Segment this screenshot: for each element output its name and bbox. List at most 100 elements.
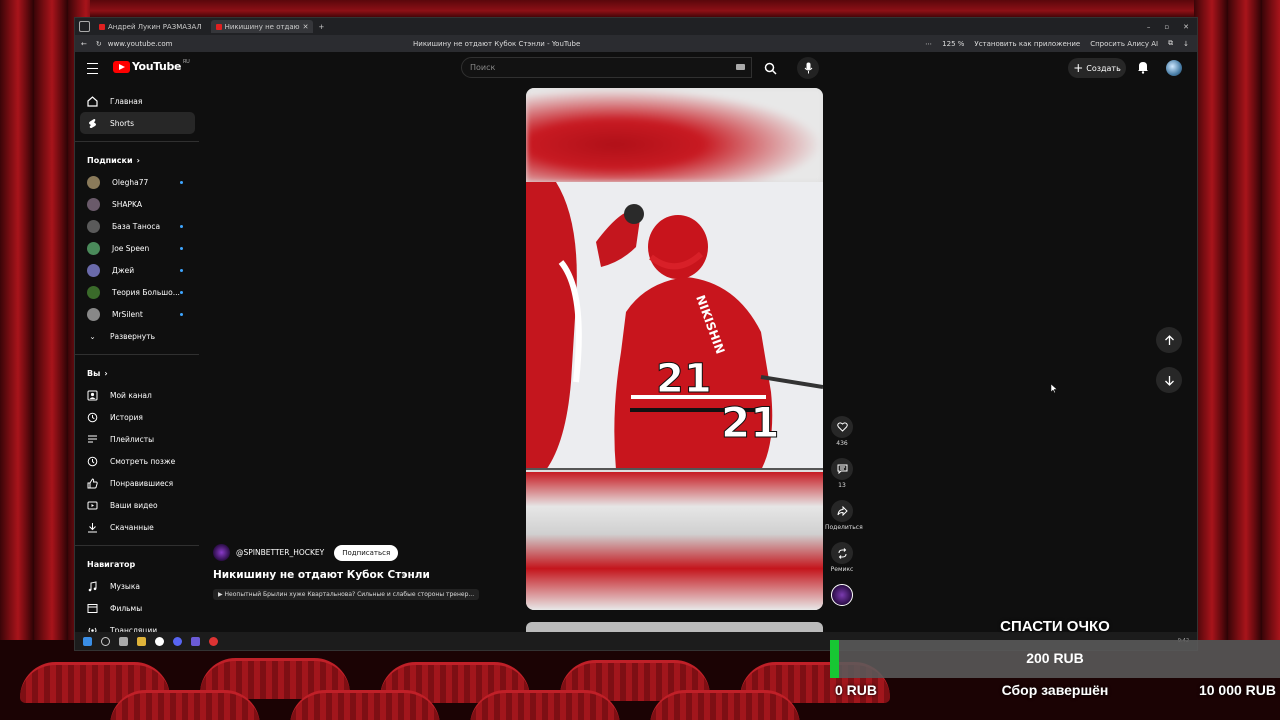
youtube-play-icon: [113, 60, 130, 73]
file-explorer-icon[interactable]: [137, 636, 146, 646]
search-icon[interactable]: [101, 636, 110, 646]
sidebar-item-home[interactable]: Главная: [75, 90, 199, 112]
sidebar-item-liked[interactable]: Понравившиеся: [75, 472, 199, 494]
sidebar-item-subscription[interactable]: Olegha77: [75, 171, 199, 193]
channel-name[interactable]: @SPINBETTER_HOCKEY: [236, 548, 324, 557]
yandex-browser-icon[interactable]: [155, 636, 164, 646]
tab-title: Никишину не отдаю: [224, 22, 300, 31]
donation-amount: 200 RUB: [1026, 650, 1084, 666]
short-video-player[interactable]: 21 21 NIKISHIN: [526, 88, 823, 610]
sidebar-item-history[interactable]: История: [75, 406, 199, 428]
subscribe-button[interactable]: Подписаться: [334, 544, 399, 561]
donation-goal: 10 000 RUB: [1198, 682, 1276, 698]
sidebar-item-music[interactable]: Музыка: [75, 575, 199, 597]
obs-icon[interactable]: [209, 636, 218, 646]
seat: [650, 690, 800, 720]
next-short-button[interactable]: [1156, 367, 1182, 393]
remix-label: Ремикс: [830, 566, 854, 573]
chevron-down-icon: ⌄: [89, 331, 96, 341]
new-tab-button[interactable]: +: [318, 23, 324, 31]
channel-avatar: [87, 219, 100, 233]
curtain-right: [1194, 0, 1280, 720]
download-icon[interactable]: ↓: [1183, 40, 1189, 48]
sidebar-item-label: База Таноса: [112, 221, 161, 231]
task-view-icon[interactable]: [119, 636, 128, 646]
search-button[interactable]: [755, 58, 785, 78]
sidebar-item-subscription[interactable]: MrSilent: [75, 303, 199, 325]
sidebar-item-label: Shorts: [110, 118, 135, 128]
channel-sound-avatar[interactable]: [831, 584, 853, 606]
sidebar-item-label: Фильмы: [110, 603, 143, 613]
sidebar-item-films[interactable]: Фильмы: [75, 597, 199, 619]
menu-icon[interactable]: [87, 63, 98, 74]
notifications-bell-icon[interactable]: [1136, 60, 1150, 74]
like-icon: [87, 477, 98, 488]
back-icon[interactable]: ←: [81, 40, 87, 48]
more-icon[interactable]: ⋯: [925, 40, 932, 48]
create-button[interactable]: + Создать: [1068, 58, 1126, 78]
sidebar-item-expand[interactable]: ⌄ Развернуть: [75, 325, 199, 347]
channel-avatar: [87, 241, 100, 255]
close-tab-icon[interactable]: ✕: [303, 23, 309, 31]
subscriptions-heading[interactable]: Подписки ›: [75, 149, 199, 171]
video-frame: 21 21 NIKISHIN: [526, 182, 823, 470]
youtube-logo[interactable]: YouTube RU: [113, 58, 190, 73]
sidebar-item-subscription[interactable]: База Таноса: [75, 215, 199, 237]
url-text[interactable]: www.youtube.com: [108, 40, 173, 48]
next-short-preview[interactable]: [526, 622, 823, 632]
search-placeholder: Поиск: [470, 63, 496, 72]
section-title: Вы: [87, 368, 101, 378]
seat: [470, 690, 620, 720]
sidebar-item-watch-later[interactable]: Смотреть позже: [75, 450, 199, 472]
sidebar-item-your-videos[interactable]: Ваши видео: [75, 494, 199, 516]
curtain-valance: [0, 0, 1280, 18]
install-app-button[interactable]: Установить как приложение: [974, 40, 1080, 48]
sidebar-item-subscription[interactable]: Теория Большо...: [75, 281, 199, 303]
channel-icon: [87, 390, 98, 400]
tab-active[interactable]: Никишину не отдаю ✕: [210, 20, 314, 33]
sidebar-item-subscription[interactable]: SHAPKA: [75, 193, 199, 215]
ask-alice-button[interactable]: Спросить Алису AI: [1090, 40, 1158, 48]
region-label: RU: [183, 58, 190, 65]
short-title: Никишину не отдают Кубок Стэнли: [213, 569, 430, 581]
minimize-icon[interactable]: –: [1147, 23, 1151, 31]
browser-menu-icon[interactable]: [79, 21, 90, 32]
hockey-player-image: 21 21 NIKISHIN: [526, 182, 823, 470]
donation-progress-bar: 200 RUB: [830, 640, 1280, 678]
sidebar-item-playlists[interactable]: Плейлисты: [75, 428, 199, 450]
share-label: Поделиться: [825, 524, 863, 531]
remix-icon: [838, 547, 846, 559]
sidebar-item-downloads[interactable]: Скачанные: [75, 516, 199, 538]
account-avatar[interactable]: [1166, 60, 1182, 76]
voice-search-button[interactable]: [797, 57, 819, 79]
sidebar-item-label: Скачанные: [110, 522, 154, 532]
reload-icon[interactable]: ↻: [96, 40, 102, 48]
discord-icon[interactable]: [173, 636, 182, 646]
tab-inactive[interactable]: Андрей Лукин РАЗМАЗАЛ: [94, 20, 207, 33]
comment-count: 13: [838, 482, 846, 489]
close-window-icon[interactable]: ✕: [1183, 23, 1189, 31]
you-heading[interactable]: Вы ›: [75, 362, 199, 384]
share-button[interactable]: [831, 500, 853, 522]
like-button[interactable]: [831, 416, 853, 438]
video-blur-bottom: [526, 472, 823, 610]
sidebar-item-my-channel[interactable]: Мой канал: [75, 384, 199, 406]
zoom-level[interactable]: 125 %: [942, 40, 964, 48]
channel-avatar[interactable]: [213, 544, 230, 561]
restore-icon[interactable]: ▫: [1164, 23, 1169, 31]
new-content-dot: [180, 225, 183, 228]
extensions-icon[interactable]: ⧉: [1168, 39, 1173, 48]
keyboard-icon[interactable]: [736, 64, 745, 70]
sidebar-divider: [75, 141, 199, 142]
search-input[interactable]: Поиск: [461, 57, 752, 78]
related-video-link[interactable]: ▶ Неопытный Брылин хуже Квартальнова? Си…: [213, 589, 480, 600]
donation-goal-widget: СПАСТИ ОЧКО 200 RUB 0 RUB Сбор завершён …: [830, 616, 1280, 720]
previous-short-button[interactable]: [1156, 327, 1182, 353]
windows-start-icon[interactable]: [83, 636, 92, 646]
comments-button[interactable]: [831, 458, 853, 480]
sidebar-item-shorts[interactable]: Shorts: [80, 112, 195, 134]
remix-button[interactable]: [831, 542, 853, 564]
app-icon[interactable]: [191, 636, 200, 646]
sidebar-item-subscription[interactable]: Джей: [75, 259, 199, 281]
sidebar-item-subscription[interactable]: Joe Speen: [75, 237, 199, 259]
